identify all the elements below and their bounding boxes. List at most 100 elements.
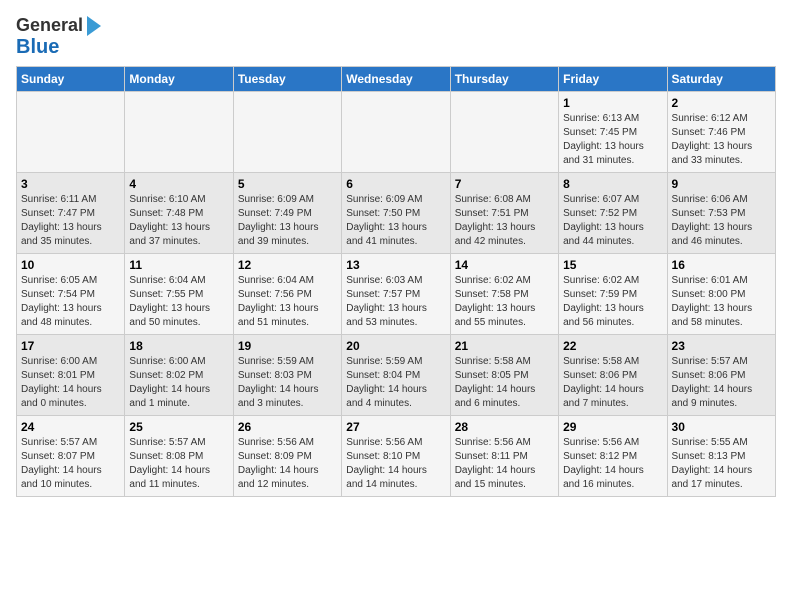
weekday-header-thursday: Thursday (450, 67, 558, 92)
calendar-table: SundayMondayTuesdayWednesdayThursdayFrid… (16, 66, 776, 497)
calendar-week-1: 1Sunrise: 6:13 AMSunset: 7:45 PMDaylight… (17, 92, 776, 173)
day-number: 2 (672, 96, 771, 110)
day-info: Sunrise: 6:01 AMSunset: 8:00 PMDaylight:… (672, 274, 771, 330)
day-info: Sunrise: 5:57 AMSunset: 8:07 PMDaylight:… (21, 436, 120, 492)
day-number: 7 (455, 177, 554, 191)
logo-arrow-icon (87, 16, 101, 36)
day-number: 28 (455, 420, 554, 434)
calendar-cell: 9Sunrise: 6:06 AMSunset: 7:53 PMDaylight… (667, 173, 775, 254)
day-number: 16 (672, 258, 771, 272)
calendar-week-4: 17 Sunrise: 6:00 AMSunset: 8:01 PMDayligh… (17, 335, 776, 416)
day-number: 24 (21, 420, 120, 434)
day-number: 19 (238, 339, 337, 353)
calendar-cell: 21 Sunrise: 5:58 AMSunset: 8:05 PMDayligh… (450, 335, 558, 416)
day-number: 30 (672, 420, 771, 434)
calendar-cell: 22 Sunrise: 5:58 AMSunset: 8:06 PMDayligh… (559, 335, 667, 416)
calendar-cell: 29Sunrise: 5:56 AMSunset: 8:12 PMDayligh… (559, 416, 667, 497)
day-info: Sunrise: 5:55 AMSunset: 8:13 PMDaylight:… (672, 436, 771, 492)
calendar-cell: 11 Sunrise: 6:04 AMSunset: 7:55 PMDayligh… (125, 254, 233, 335)
day-info: Sunrise: 5:58 AMSunset: 8:06 PMDaylight:… (563, 355, 662, 411)
day-info: Sunrise: 6:04 AMSunset: 7:56 PMDaylight:… (238, 274, 337, 330)
weekday-header-sunday: Sunday (17, 67, 125, 92)
day-number: 6 (346, 177, 445, 191)
weekday-header-friday: Friday (559, 67, 667, 92)
weekday-header-saturday: Saturday (667, 67, 775, 92)
day-info: Sunrise: 6:10 AMSunset: 7:48 PMDaylight:… (129, 193, 228, 249)
calendar-cell (450, 92, 558, 173)
day-info: Sunrise: 6:02 AMSunset: 7:59 PMDaylight:… (563, 274, 662, 330)
day-number: 11 (129, 258, 228, 272)
logo: General Blue (16, 16, 101, 58)
day-info: Sunrise: 6:12 AMSunset: 7:46 PMDaylight:… (672, 112, 771, 168)
calendar-cell: 23 Sunrise: 5:57 AMSunset: 8:06 PMDayligh… (667, 335, 775, 416)
day-info: Sunrise: 5:56 AMSunset: 8:11 PMDaylight:… (455, 436, 554, 492)
page-header: General Blue (16, 16, 776, 58)
day-info: Sunrise: 5:57 AMSunset: 8:08 PMDaylight:… (129, 436, 228, 492)
day-info: Sunrise: 5:57 AMSunset: 8:06 PMDaylight:… (672, 355, 771, 411)
calendar-header-row: SundayMondayTuesdayWednesdayThursdayFrid… (17, 67, 776, 92)
calendar-cell: 25Sunrise: 5:57 AMSunset: 8:08 PMDayligh… (125, 416, 233, 497)
day-info: Sunrise: 6:07 AMSunset: 7:52 PMDaylight:… (563, 193, 662, 249)
day-number: 12 (238, 258, 337, 272)
day-info: Sunrise: 6:08 AMSunset: 7:51 PMDaylight:… (455, 193, 554, 249)
day-info: Sunrise: 6:03 AMSunset: 7:57 PMDaylight:… (346, 274, 445, 330)
day-info: Sunrise: 6:13 AMSunset: 7:45 PMDaylight:… (563, 112, 662, 168)
calendar-cell: 19 Sunrise: 5:59 AMSunset: 8:03 PMDayligh… (233, 335, 341, 416)
calendar-cell: 3 Sunrise: 6:11 AMSunset: 7:47 PMDaylight… (17, 173, 125, 254)
calendar-cell: 27Sunrise: 5:56 AMSunset: 8:10 PMDayligh… (342, 416, 450, 497)
calendar-cell: 12 Sunrise: 6:04 AMSunset: 7:56 PMDayligh… (233, 254, 341, 335)
calendar-cell: 30 Sunrise: 5:55 AMSunset: 8:13 PMDayligh… (667, 416, 775, 497)
day-number: 3 (21, 177, 120, 191)
calendar-cell: 15 Sunrise: 6:02 AMSunset: 7:59 PMDayligh… (559, 254, 667, 335)
calendar-cell: 20Sunrise: 5:59 AMSunset: 8:04 PMDayligh… (342, 335, 450, 416)
day-info: Sunrise: 6:02 AMSunset: 7:58 PMDaylight:… (455, 274, 554, 330)
day-info: Sunrise: 5:56 AMSunset: 8:09 PMDaylight:… (238, 436, 337, 492)
day-number: 26 (238, 420, 337, 434)
day-info: Sunrise: 5:56 AMSunset: 8:10 PMDaylight:… (346, 436, 445, 492)
calendar-cell (17, 92, 125, 173)
calendar-cell: 13Sunrise: 6:03 AMSunset: 7:57 PMDayligh… (342, 254, 450, 335)
calendar-cell: 4 Sunrise: 6:10 AMSunset: 7:48 PMDaylight… (125, 173, 233, 254)
weekday-header-monday: Monday (125, 67, 233, 92)
day-number: 15 (563, 258, 662, 272)
calendar-cell: 14Sunrise: 6:02 AMSunset: 7:58 PMDayligh… (450, 254, 558, 335)
calendar-cell: 7 Sunrise: 6:08 AMSunset: 7:51 PMDaylight… (450, 173, 558, 254)
logo-text-blue: Blue (16, 36, 59, 58)
day-info: Sunrise: 6:11 AMSunset: 7:47 PMDaylight:… (21, 193, 120, 249)
day-number: 5 (238, 177, 337, 191)
day-number: 9 (672, 177, 771, 191)
day-info: Sunrise: 5:59 AMSunset: 8:03 PMDaylight:… (238, 355, 337, 411)
day-number: 20 (346, 339, 445, 353)
calendar-cell (233, 92, 341, 173)
logo-text-general: General (16, 16, 83, 36)
day-number: 21 (455, 339, 554, 353)
day-info: Sunrise: 5:58 AMSunset: 8:05 PMDaylight:… (455, 355, 554, 411)
day-info: Sunrise: 6:09 AMSunset: 7:49 PMDaylight:… (238, 193, 337, 249)
day-number: 23 (672, 339, 771, 353)
calendar-cell: 28 Sunrise: 5:56 AMSunset: 8:11 PMDayligh… (450, 416, 558, 497)
calendar-week-2: 3 Sunrise: 6:11 AMSunset: 7:47 PMDaylight… (17, 173, 776, 254)
day-number: 4 (129, 177, 228, 191)
calendar-week-5: 24 Sunrise: 5:57 AMSunset: 8:07 PMDayligh… (17, 416, 776, 497)
calendar-cell: 6Sunrise: 6:09 AMSunset: 7:50 PMDaylight… (342, 173, 450, 254)
calendar-cell: 8 Sunrise: 6:07 AMSunset: 7:52 PMDaylight… (559, 173, 667, 254)
calendar-cell: 10 Sunrise: 6:05 AMSunset: 7:54 PMDayligh… (17, 254, 125, 335)
day-number: 10 (21, 258, 120, 272)
calendar-cell: 1Sunrise: 6:13 AMSunset: 7:45 PMDaylight… (559, 92, 667, 173)
calendar-cell: 24 Sunrise: 5:57 AMSunset: 8:07 PMDayligh… (17, 416, 125, 497)
day-info: Sunrise: 6:05 AMSunset: 7:54 PMDaylight:… (21, 274, 120, 330)
day-number: 8 (563, 177, 662, 191)
calendar-cell: 17 Sunrise: 6:00 AMSunset: 8:01 PMDayligh… (17, 335, 125, 416)
day-number: 29 (563, 420, 662, 434)
day-info: Sunrise: 6:00 AMSunset: 8:01 PMDaylight:… (21, 355, 120, 411)
day-number: 22 (563, 339, 662, 353)
calendar-cell (125, 92, 233, 173)
calendar-cell: 2 Sunrise: 6:12 AMSunset: 7:46 PMDaylight… (667, 92, 775, 173)
day-info: Sunrise: 6:04 AMSunset: 7:55 PMDaylight:… (129, 274, 228, 330)
day-number: 17 (21, 339, 120, 353)
calendar-cell: 16 Sunrise: 6:01 AMSunset: 8:00 PMDayligh… (667, 254, 775, 335)
day-number: 18 (129, 339, 228, 353)
calendar-cell (342, 92, 450, 173)
day-info: Sunrise: 6:00 AMSunset: 8:02 PMDaylight:… (129, 355, 228, 411)
weekday-header-wednesday: Wednesday (342, 67, 450, 92)
